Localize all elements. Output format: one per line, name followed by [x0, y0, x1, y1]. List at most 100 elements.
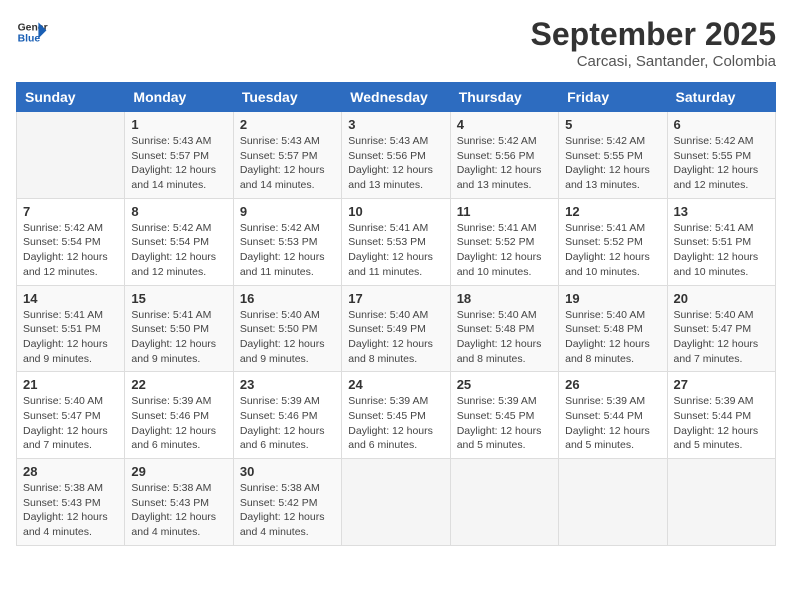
calendar-cell: 17 Sunrise: 5:40 AM Sunset: 5:49 PM Dayli… [342, 285, 450, 372]
day-info: Sunrise: 5:39 AM Sunset: 5:44 PM Dayligh… [674, 394, 769, 453]
day-info: Sunrise: 5:43 AM Sunset: 5:57 PM Dayligh… [131, 134, 226, 193]
calendar-cell: 20 Sunrise: 5:40 AM Sunset: 5:47 PM Dayli… [667, 285, 775, 372]
logo-icon: General Blue [16, 16, 48, 48]
calendar-cell: 3Sunrise: 5:43 AM Sunset: 5:56 PM Daylig… [342, 112, 450, 199]
day-number: 19 [565, 291, 660, 306]
day-info: Sunrise: 5:40 AM Sunset: 5:50 PM Dayligh… [240, 308, 335, 367]
day-info: Sunrise: 5:39 AM Sunset: 5:46 PM Dayligh… [240, 394, 335, 453]
day-number: 16 [240, 291, 335, 306]
calendar-header-row: SundayMondayTuesdayWednesdayThursdayFrid… [17, 83, 776, 112]
day-info: Sunrise: 5:40 AM Sunset: 5:47 PM Dayligh… [674, 308, 769, 367]
day-number: 28 [23, 464, 118, 479]
calendar-cell: 29 Sunrise: 5:38 AM Sunset: 5:43 PM Dayli… [125, 459, 233, 546]
day-number: 5 [565, 117, 660, 132]
calendar-cell: 13 Sunrise: 5:41 AM Sunset: 5:51 PM Dayli… [667, 198, 775, 285]
day-info: Sunrise: 5:41 AM Sunset: 5:53 PM Dayligh… [348, 221, 443, 280]
calendar-cell: 22Sunrise: 5:39 AM Sunset: 5:46 PM Dayli… [125, 372, 233, 459]
day-info: Sunrise: 5:38 AM Sunset: 5:43 PM Dayligh… [23, 481, 118, 540]
calendar-cell: 10 Sunrise: 5:41 AM Sunset: 5:53 PM Dayli… [342, 198, 450, 285]
day-info: Sunrise: 5:41 AM Sunset: 5:52 PM Dayligh… [565, 221, 660, 280]
weekday-header: Thursday [450, 83, 558, 112]
calendar-cell: 11Sunrise: 5:41 AM Sunset: 5:52 PM Dayli… [450, 198, 558, 285]
calendar-cell [559, 459, 667, 546]
calendar-cell: 4Sunrise: 5:42 AM Sunset: 5:56 PM Daylig… [450, 112, 558, 199]
weekday-header: Friday [559, 83, 667, 112]
calendar-cell: 21 Sunrise: 5:40 AM Sunset: 5:47 PM Dayli… [17, 372, 125, 459]
day-info: Sunrise: 5:39 AM Sunset: 5:46 PM Dayligh… [131, 394, 226, 453]
page-subtitle: Carcasi, Santander, Colombia [531, 53, 776, 70]
page-title: September 2025 [531, 16, 776, 53]
day-info: Sunrise: 5:38 AM Sunset: 5:42 PM Dayligh… [240, 481, 335, 540]
day-number: 27 [674, 377, 769, 392]
calendar-week-row: 14 Sunrise: 5:41 AM Sunset: 5:51 PM Dayli… [17, 285, 776, 372]
day-info: Sunrise: 5:42 AM Sunset: 5:54 PM Dayligh… [131, 221, 226, 280]
day-number: 30 [240, 464, 335, 479]
day-info: Sunrise: 5:40 AM Sunset: 5:48 PM Dayligh… [457, 308, 552, 367]
calendar-week-row: 7 Sunrise: 5:42 AM Sunset: 5:54 PM Daylig… [17, 198, 776, 285]
calendar-cell: 26 Sunrise: 5:39 AM Sunset: 5:44 PM Dayli… [559, 372, 667, 459]
day-info: Sunrise: 5:40 AM Sunset: 5:47 PM Dayligh… [23, 394, 118, 453]
day-number: 7 [23, 204, 118, 219]
calendar-cell: 25Sunrise: 5:39 AM Sunset: 5:45 PM Dayli… [450, 372, 558, 459]
calendar-week-row: 1Sunrise: 5:43 AM Sunset: 5:57 PM Daylig… [17, 112, 776, 199]
day-info: Sunrise: 5:39 AM Sunset: 5:45 PM Dayligh… [348, 394, 443, 453]
day-info: Sunrise: 5:40 AM Sunset: 5:48 PM Dayligh… [565, 308, 660, 367]
day-number: 8 [131, 204, 226, 219]
calendar-cell: 8 Sunrise: 5:42 AM Sunset: 5:54 PM Daylig… [125, 198, 233, 285]
day-info: Sunrise: 5:38 AM Sunset: 5:43 PM Dayligh… [131, 481, 226, 540]
calendar-cell: 15 Sunrise: 5:41 AM Sunset: 5:50 PM Dayli… [125, 285, 233, 372]
day-info: Sunrise: 5:43 AM Sunset: 5:56 PM Dayligh… [348, 134, 443, 193]
calendar-cell: 18 Sunrise: 5:40 AM Sunset: 5:48 PM Dayli… [450, 285, 558, 372]
calendar-table: SundayMondayTuesdayWednesdayThursdayFrid… [16, 82, 776, 546]
calendar-cell: 27 Sunrise: 5:39 AM Sunset: 5:44 PM Dayli… [667, 372, 775, 459]
calendar-cell: 6 Sunrise: 5:42 AM Sunset: 5:55 PM Daylig… [667, 112, 775, 199]
calendar-cell: 14 Sunrise: 5:41 AM Sunset: 5:51 PM Dayli… [17, 285, 125, 372]
calendar-cell: 2Sunrise: 5:43 AM Sunset: 5:57 PM Daylig… [233, 112, 341, 199]
day-number: 6 [674, 117, 769, 132]
day-number: 23 [240, 377, 335, 392]
day-info: Sunrise: 5:39 AM Sunset: 5:45 PM Dayligh… [457, 394, 552, 453]
weekday-header: Tuesday [233, 83, 341, 112]
calendar-cell: 12 Sunrise: 5:41 AM Sunset: 5:52 PM Dayli… [559, 198, 667, 285]
calendar-cell: 7 Sunrise: 5:42 AM Sunset: 5:54 PM Daylig… [17, 198, 125, 285]
day-number: 15 [131, 291, 226, 306]
day-info: Sunrise: 5:41 AM Sunset: 5:51 PM Dayligh… [23, 308, 118, 367]
day-number: 20 [674, 291, 769, 306]
day-info: Sunrise: 5:42 AM Sunset: 5:55 PM Dayligh… [565, 134, 660, 193]
day-number: 18 [457, 291, 552, 306]
day-number: 26 [565, 377, 660, 392]
calendar-cell [342, 459, 450, 546]
logo: General Blue [16, 16, 48, 48]
calendar-week-row: 21 Sunrise: 5:40 AM Sunset: 5:47 PM Dayli… [17, 372, 776, 459]
calendar-cell [17, 112, 125, 199]
calendar-cell: 19 Sunrise: 5:40 AM Sunset: 5:48 PM Dayli… [559, 285, 667, 372]
day-number: 11 [457, 204, 552, 219]
day-number: 17 [348, 291, 443, 306]
calendar-cell: 23 Sunrise: 5:39 AM Sunset: 5:46 PM Dayli… [233, 372, 341, 459]
day-info: Sunrise: 5:39 AM Sunset: 5:44 PM Dayligh… [565, 394, 660, 453]
day-number: 13 [674, 204, 769, 219]
weekday-header: Monday [125, 83, 233, 112]
day-number: 12 [565, 204, 660, 219]
day-info: Sunrise: 5:41 AM Sunset: 5:51 PM Dayligh… [674, 221, 769, 280]
calendar-cell: 28 Sunrise: 5:38 AM Sunset: 5:43 PM Dayli… [17, 459, 125, 546]
calendar-cell: 1Sunrise: 5:43 AM Sunset: 5:57 PM Daylig… [125, 112, 233, 199]
day-info: Sunrise: 5:42 AM Sunset: 5:55 PM Dayligh… [674, 134, 769, 193]
weekday-header: Sunday [17, 83, 125, 112]
day-number: 29 [131, 464, 226, 479]
title-block: September 2025 Carcasi, Santander, Colom… [531, 16, 776, 70]
page-header: General Blue September 2025 Carcasi, San… [16, 16, 776, 70]
day-number: 14 [23, 291, 118, 306]
day-number: 2 [240, 117, 335, 132]
day-info: Sunrise: 5:42 AM Sunset: 5:54 PM Dayligh… [23, 221, 118, 280]
day-info: Sunrise: 5:41 AM Sunset: 5:50 PM Dayligh… [131, 308, 226, 367]
day-number: 21 [23, 377, 118, 392]
calendar-week-row: 28 Sunrise: 5:38 AM Sunset: 5:43 PM Dayli… [17, 459, 776, 546]
day-number: 10 [348, 204, 443, 219]
day-info: Sunrise: 5:40 AM Sunset: 5:49 PM Dayligh… [348, 308, 443, 367]
calendar-cell: 30 Sunrise: 5:38 AM Sunset: 5:42 PM Dayli… [233, 459, 341, 546]
day-number: 24 [348, 377, 443, 392]
calendar-cell [450, 459, 558, 546]
weekday-header: Saturday [667, 83, 775, 112]
calendar-cell: 5 Sunrise: 5:42 AM Sunset: 5:55 PM Daylig… [559, 112, 667, 199]
